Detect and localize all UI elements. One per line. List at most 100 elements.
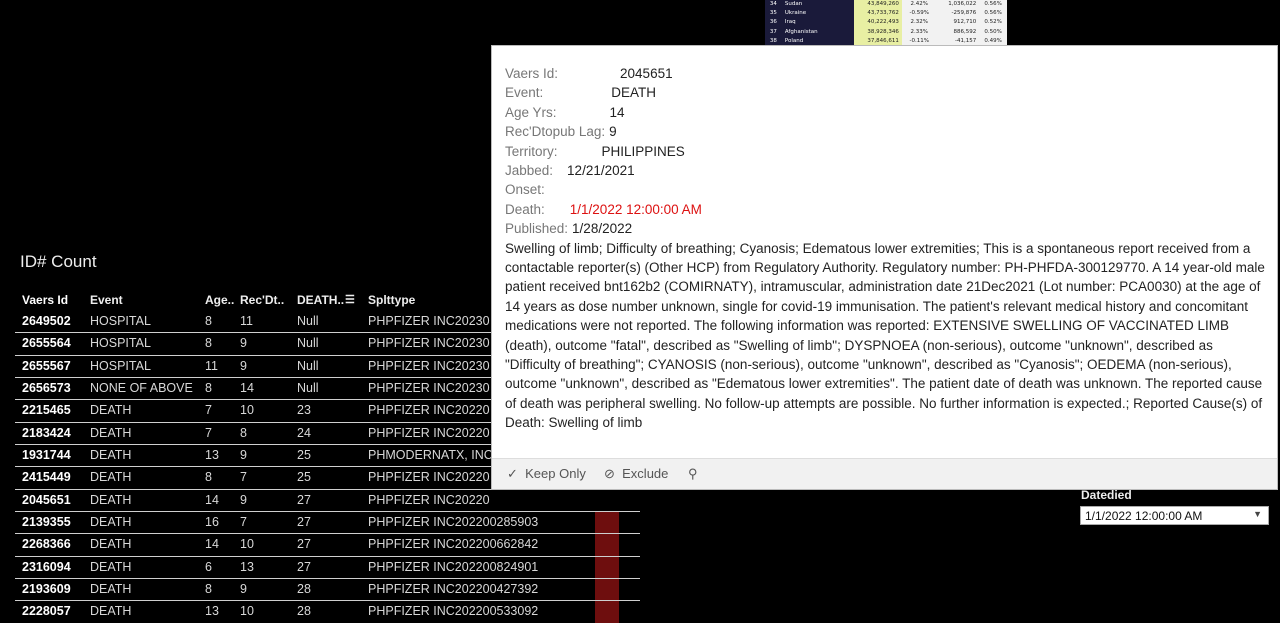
count-bar[interactable]	[595, 512, 619, 534]
count-bar[interactable]	[595, 579, 619, 601]
cell-event: HOSPITAL	[90, 358, 151, 373]
tooltip-fields: Vaers Id: 2045651 Event: DEATH Age Yrs: 14 Rec…	[505, 64, 1267, 239]
cell-id: 2268366	[22, 537, 71, 552]
keep-only-button[interactable]: ✓ Keep Only	[507, 466, 586, 482]
cell-death: 28	[297, 604, 311, 619]
table-row[interactable]: 2268366 DEATH 14 10 27 PHPFIZER INC2022006628…	[15, 534, 640, 557]
cell-lag: 9	[240, 358, 247, 373]
mini-cell-yc: 2.32%	[910, 19, 928, 26]
cell-death: Null	[297, 358, 319, 373]
cell-id: 2649502	[22, 314, 71, 328]
lightbulb-icon[interactable]: ⚲	[688, 466, 698, 482]
cell-id: 2045651	[22, 492, 71, 507]
cell-lag: 13	[240, 559, 254, 574]
mini-cell-pop: 43,849,260	[854, 0, 902, 10]
tooltip-field: Age Yrs: 14	[505, 103, 1267, 122]
table-row[interactable]: 2193609 DEATH 8 9 28 PHPFIZER INC202200427392	[15, 579, 640, 602]
table-row[interactable]: 2139355 DEATH 16 7 27 PHPFIZER INC20220028590…	[15, 512, 640, 535]
tooltip-field-value: PHILIPPINES	[601, 143, 685, 159]
mini-table-row: 35 Ukraine 43,733,762 -0.59% -259,876 0.56%	[765, 9, 1007, 19]
tooltip-field-label: Event:	[505, 85, 544, 101]
tooltip-field-value: 14	[609, 104, 625, 120]
keep-only-label: Keep Only	[525, 466, 586, 481]
cell-id: 2655567	[22, 358, 71, 373]
exclude-label: Exclude	[622, 466, 669, 481]
tooltip-field: Jabbed: 12/21/2021	[505, 161, 1267, 180]
exclude-button[interactable]: ⊘ Exclude	[604, 466, 668, 482]
header-vaers-id[interactable]: Vaers Id	[22, 293, 68, 307]
cell-death: 23	[297, 403, 311, 418]
tooltip-field-value: 1/1/2022 12:00:00 AM	[569, 201, 702, 217]
cell-id: 2316094	[22, 559, 71, 574]
mini-table-row: 34 Sudan 43,849,260 2.42% 1,036,022 0.56%	[765, 0, 1007, 10]
cell-age: 13	[205, 604, 219, 619]
cell-age: 13	[205, 448, 219, 463]
cell-lag: 14	[240, 381, 254, 396]
cell-id: 2415449	[22, 470, 71, 485]
mini-table-row: 37 Afghanistan 38,928,346 2.33% 886,592 0.50%	[765, 27, 1007, 37]
mini-cell-country: Sudan	[781, 0, 855, 10]
tooltip-description: Swelling of limb; Difficulty of breathin…	[505, 240, 1265, 431]
cell-event: DEATH	[90, 448, 132, 463]
cell-spltype: PHPFIZER INC202200285903	[368, 515, 539, 530]
header-event[interactable]: Event	[90, 293, 123, 307]
cell-lag: 7	[240, 470, 247, 485]
mini-cell-country: Afghanistan	[781, 27, 855, 37]
cell-death: 25	[297, 448, 311, 463]
count-bar[interactable]	[595, 534, 619, 556]
cell-spltype: PHPFIZER INC202200824901	[368, 559, 539, 574]
cell-spltype: PHPFIZER INC202200427392	[368, 582, 539, 597]
cell-age: 8	[205, 470, 212, 485]
mini-cell-yc: 2.42%	[910, 1, 928, 7]
tooltip-field-label: Vaers Id:	[505, 66, 559, 81]
cell-death: Null	[297, 314, 319, 328]
mini-cell-rank: 35	[765, 9, 782, 19]
cell-death: 27	[297, 492, 311, 507]
mini-cell-nc: 912,710	[953, 19, 977, 26]
table-row[interactable]: 2228057 DEATH 13 10 28 PHPFIZER INC2022005330…	[15, 601, 640, 623]
count-bar[interactable]	[595, 601, 619, 623]
mini-cell-pop: 43,733,762	[854, 9, 902, 19]
cell-spltype: PHPFIZER INC20220	[368, 492, 490, 507]
cell-event: DEATH	[90, 559, 132, 574]
tooltip-field-label: Age Yrs:	[505, 104, 557, 120]
tooltip-field-label: Published:	[505, 221, 569, 237]
cell-event: DEATH	[90, 470, 132, 485]
cell-event: DEATH	[90, 403, 132, 418]
cell-lag: 7	[240, 515, 247, 530]
mini-cell-pop: 38,928,346	[854, 27, 902, 37]
mini-cell-nc: 1,036,022	[948, 1, 977, 7]
header-lag[interactable]: Rec'Dt..	[240, 293, 284, 307]
tooltip-field-label: Jabbed:	[505, 162, 554, 178]
tooltip-field: Vaers Id: 2045651	[505, 64, 1267, 83]
cell-age: 14	[205, 537, 219, 552]
cell-spltype: PHPFIZER INC202200533092	[368, 604, 539, 619]
mini-cell-rank: 37	[765, 27, 782, 37]
mini-cell-country: Iraq	[781, 18, 855, 28]
table-row[interactable]: 2316094 DEATH 6 13 27 PHPFIZER INC20220082490…	[15, 556, 640, 580]
header-age[interactable]: Age..	[205, 293, 234, 307]
tooltip-field: Territory: PHILIPPINES	[505, 142, 1267, 161]
cell-death: Null	[297, 336, 319, 351]
mini-cell-ws: 0.50%	[984, 28, 1002, 35]
mini-cell-pop: 40,222,493	[854, 18, 902, 28]
count-bar[interactable]	[595, 556, 619, 579]
mini-cell-country: Ukraine	[781, 9, 855, 19]
cell-event: HOSPITAL	[90, 336, 151, 351]
sort-icon[interactable]: ☰	[345, 293, 355, 306]
table-row[interactable]: 2045651 DEATH 14 9 27 PHPFIZER INC20220	[15, 490, 640, 513]
cell-event: DEATH	[90, 492, 132, 507]
mini-cell-yc: -0.59%	[909, 10, 929, 17]
cell-spltype: PHPFIZER INC202200662842	[368, 537, 539, 552]
mini-cell-ws: 0.52%	[984, 19, 1002, 26]
mini-cell-rank: 36	[765, 18, 782, 28]
cell-age: 7	[205, 425, 212, 440]
cell-id: 2193609	[22, 582, 71, 597]
cell-lag: 9	[240, 336, 247, 351]
header-death[interactable]: DEATH..	[297, 293, 344, 307]
section-title: ID# Count	[20, 252, 97, 271]
tooltip-field-label: Onset:	[505, 182, 545, 198]
datedied-dropdown[interactable]: 1/1/2022 12:00:00 AM ▼	[1080, 506, 1269, 525]
mini-cell-yc: 2.33%	[910, 28, 928, 35]
cell-event: DEATH	[90, 582, 132, 597]
